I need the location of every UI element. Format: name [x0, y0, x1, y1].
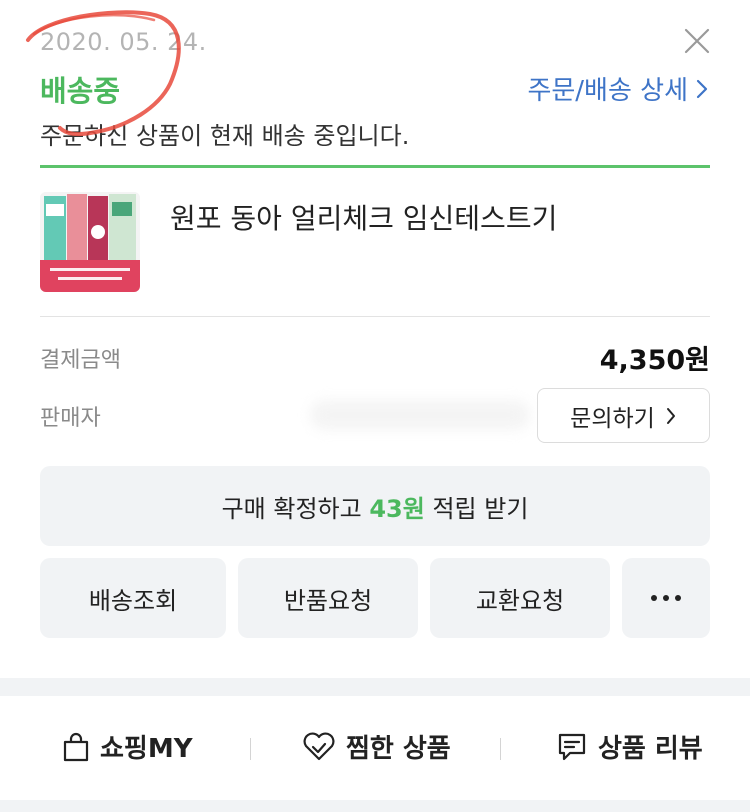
track-delivery-button[interactable]: 배송조회 [40, 558, 226, 638]
order-date: 2020. 05. 24. [40, 28, 207, 56]
nav-reviews[interactable]: 상품 리뷰 [556, 728, 703, 765]
close-icon[interactable] [680, 24, 714, 58]
order-card: 2020. 05. 24. 배송중 주문/배송 상세 주문하신 상품이 현재 배… [0, 0, 750, 678]
return-request-button[interactable]: 반품요청 [238, 558, 418, 638]
more-icon [651, 595, 681, 601]
order-detail-label: 주문/배송 상세 [527, 76, 688, 106]
seller-label: 판매자 [40, 406, 101, 431]
nav-wishlist[interactable]: 찜한 상품 [302, 728, 451, 765]
exchange-request-button[interactable]: 교환요청 [430, 558, 610, 638]
nav-shopping-my[interactable]: 쇼핑MY [62, 728, 193, 765]
payment-amount: 4,350원 [599, 345, 710, 376]
confirm-suffix: 적립 받기 [424, 494, 529, 523]
payment-label: 결제금액 [40, 348, 121, 373]
confirm-prefix: 구매 확정하고 [221, 494, 370, 523]
nav-reviews-label: 상품 리뷰 [598, 734, 703, 764]
section-gap [0, 678, 750, 696]
delivery-status: 배송중 [40, 74, 121, 108]
nav-separator [250, 738, 251, 760]
bottom-gap [0, 800, 750, 812]
nav-shopping-my-label: 쇼핑MY [100, 734, 193, 764]
reward-points: 43원 [369, 494, 425, 523]
heart-icon [303, 732, 335, 760]
product-image [40, 192, 140, 292]
inquiry-label: 문의하기 [570, 405, 655, 432]
status-divider [40, 165, 710, 168]
more-options-button[interactable] [622, 558, 710, 638]
inquiry-button[interactable]: 문의하기 [537, 388, 710, 443]
seller-name-blurred [310, 400, 530, 430]
product-name[interactable]: 원포 동아 얼리체크 임신테스트기 [170, 197, 557, 237]
shopping-bag-icon [63, 732, 89, 761]
nav-separator [500, 738, 501, 760]
nav-wishlist-label: 찜한 상품 [346, 734, 451, 764]
chevron-right-icon [696, 79, 708, 98]
review-icon [558, 733, 586, 760]
section-divider [40, 316, 710, 317]
bottom-nav: 쇼핑MY 찜한 상품 상품 리뷰 [0, 696, 750, 800]
chevron-right-icon [666, 407, 675, 424]
product-thumbnail[interactable] [40, 192, 140, 292]
status-description: 주문하신 상품이 현재 배송 중입니다. [40, 122, 410, 150]
purchase-confirm-button[interactable]: 구매 확정하고 43원 적립 받기 [40, 466, 710, 546]
order-detail-link[interactable]: 주문/배송 상세 [527, 70, 710, 107]
